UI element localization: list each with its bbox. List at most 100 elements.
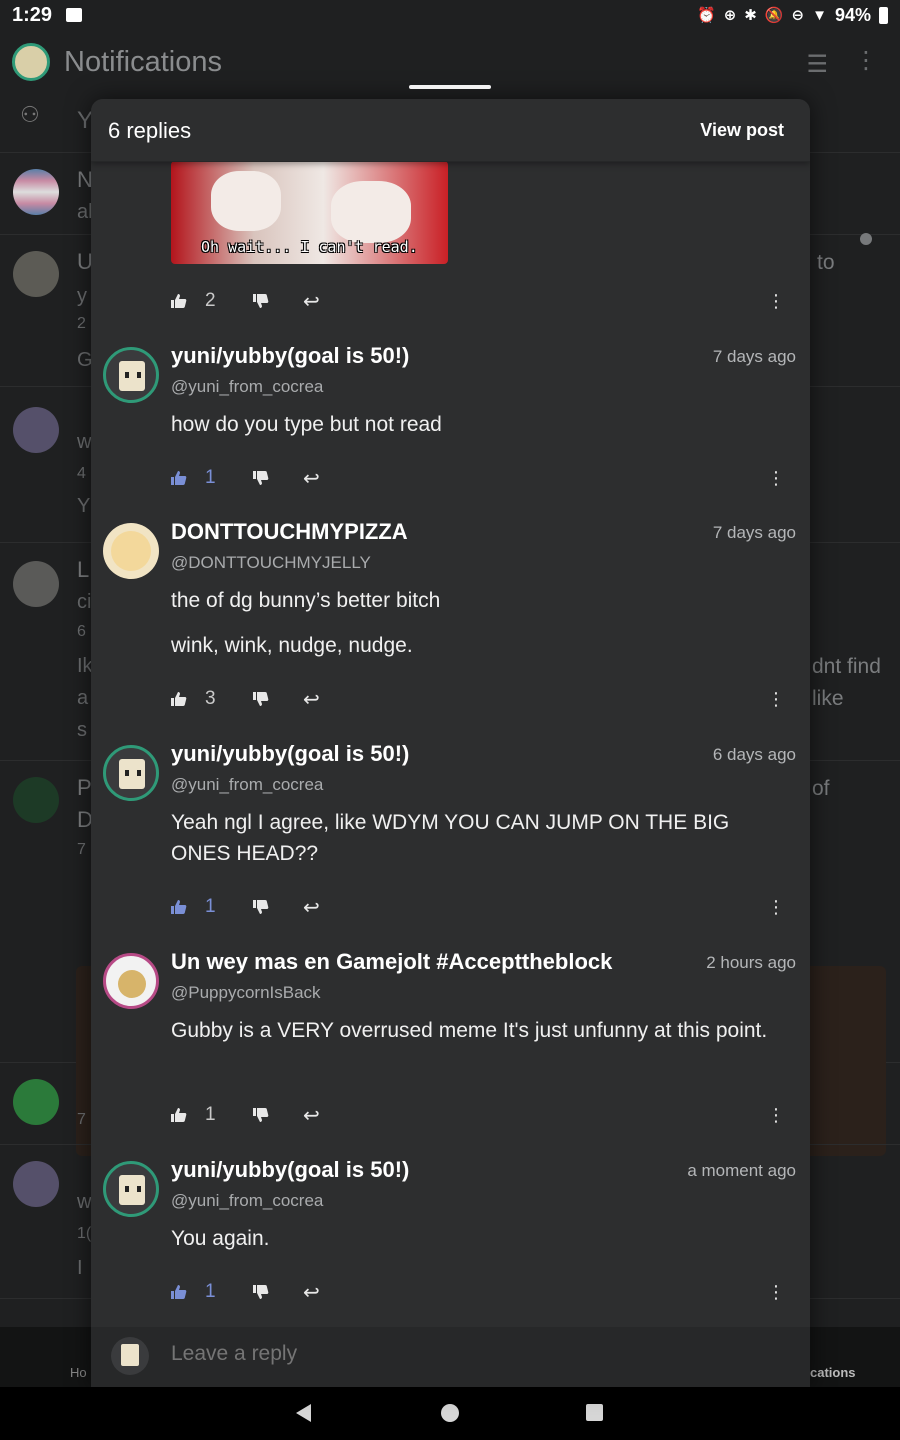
sheet-drag-handle[interactable] [409, 85, 491, 89]
more-vert-icon[interactable]: ⋮ [854, 46, 878, 75]
comment-action-bar: 1 ↩ ⋮ [171, 892, 801, 922]
avatar[interactable] [103, 953, 159, 1009]
reply-icon[interactable]: ↩ [303, 1103, 320, 1128]
avatar [13, 561, 59, 607]
more-vert-icon[interactable]: ⋮ [767, 690, 785, 708]
comment-author[interactable]: yuni/yubby(goal is 50!) [171, 343, 409, 369]
comment-handle[interactable]: @PuppycornIsBack [171, 983, 321, 1003]
gif-image[interactable]: Oh wait... I can't read. [171, 161, 448, 264]
dislike-button[interactable] [253, 294, 269, 308]
dnd-icon: ⊖ [791, 7, 805, 24]
comment-author[interactable]: yuni/yubby(goal is 50!) [171, 741, 409, 767]
system-nav-bar [0, 1387, 900, 1440]
comment-body: the of dg bunny’s better bitch [171, 589, 441, 612]
nav-notifications-label[interactable]: cations [810, 1365, 856, 1380]
view-post-button[interactable]: View post [700, 120, 784, 141]
comment-handle[interactable]: @yuni_from_cocrea [171, 775, 323, 795]
thumbs-up-icon [171, 1285, 187, 1299]
like-count: 1 [205, 896, 216, 917]
dislike-button[interactable] [253, 1285, 269, 1299]
avatar [13, 251, 59, 297]
comment: DONTTOUCHMYPIZZA @DONTTOUCHMYJELLY 7 day… [91, 519, 810, 699]
comment-time: 2 hours ago [706, 953, 796, 972]
thumbs-down-icon [253, 471, 269, 485]
more-vert-icon[interactable]: ⋮ [767, 1106, 785, 1124]
image-notification-icon [66, 8, 83, 22]
more-vert-icon[interactable]: ⋮ [767, 292, 785, 310]
replies-count-title: 6 replies [108, 118, 192, 143]
thumbs-up-icon [171, 1108, 187, 1122]
reply-icon[interactable]: ↩ [303, 687, 320, 712]
reply-icon[interactable]: ↩ [303, 289, 320, 314]
screen: { "status_bar": { "time": "1:29", "batte… [0, 0, 900, 1440]
reply-icon[interactable]: ↩ [303, 1280, 320, 1305]
comment-author[interactable]: yuni/yubby(goal is 50!) [171, 1157, 409, 1183]
battery-percent: 94% [834, 4, 871, 25]
reply-icon[interactable]: ↩ [303, 895, 320, 920]
avatar [111, 1337, 149, 1375]
comment-body: how do you type but not read [171, 413, 442, 436]
comment-handle[interactable]: @yuni_from_cocrea [171, 377, 323, 397]
comment-body: Gubby is a VERY overrused meme It's just… [171, 1019, 768, 1042]
nav-home-label[interactable]: Ho [70, 1365, 87, 1380]
avatar [13, 169, 59, 215]
comment-author[interactable]: DONTTOUCHMYPIZZA [171, 519, 408, 545]
gif-hand-right [331, 181, 411, 243]
alarm-icon: ⏰ [697, 7, 716, 24]
comment-time: a moment ago [687, 1161, 796, 1180]
thumbs-down-icon [253, 900, 269, 914]
like-button[interactable] [171, 692, 187, 706]
user-avatar[interactable] [12, 43, 50, 81]
battery-icon [879, 6, 888, 24]
reply-icon[interactable]: ↩ [303, 466, 320, 491]
avatar [13, 777, 59, 823]
like-button[interactable] [171, 471, 187, 485]
like-count: 3 [205, 688, 216, 709]
like-button[interactable] [171, 1108, 187, 1122]
avatar[interactable] [103, 1161, 159, 1217]
comment-action-bar: 1 ↩ ⋮ [171, 463, 801, 493]
more-vert-icon[interactable]: ⋮ [767, 898, 785, 916]
status-bar: 1:29 ⏰ ⊕ ✱ 🔕 ⊖ ▼ 94% [0, 0, 900, 30]
filter-icon[interactable]: ☰ [806, 50, 828, 79]
like-count: 1 [205, 1104, 216, 1125]
reply-input[interactable] [171, 1342, 771, 1366]
thumbs-down-icon [253, 294, 269, 308]
comment-action-bar: 1 ↩ ⋮ [171, 1100, 801, 1130]
dislike-button[interactable] [253, 1108, 269, 1122]
comment-handle[interactable]: @DONTTOUCHMYJELLY [171, 553, 371, 573]
thumbs-down-icon [253, 1285, 269, 1299]
status-time: 1:29 [12, 3, 53, 26]
thumbs-up-icon [171, 471, 187, 485]
more-vert-icon[interactable]: ⋮ [767, 1283, 785, 1301]
home-icon[interactable] [441, 1404, 459, 1422]
bluetooth-icon: ✱ [744, 7, 757, 24]
group-icon: ⚇ [20, 102, 40, 127]
dislike-button[interactable] [253, 900, 269, 914]
sync-icon: ⊕ [723, 7, 737, 24]
gif-action-bar: 2 ↩ ⋮ [171, 286, 801, 316]
status-icons: ⏰ ⊕ ✱ 🔕 ⊖ ▼ 94% [697, 5, 888, 26]
dislike-button[interactable] [253, 471, 269, 485]
like-button[interactable] [171, 1285, 187, 1299]
avatar [13, 407, 59, 453]
like-button[interactable] [171, 294, 187, 308]
reply-thread: Oh wait... I can't read. 2 ↩ ⋮ yuni/yubb… [91, 99, 810, 1329]
reply-composer [91, 1327, 810, 1387]
comment-body: Yeah ngl I agree, like WDYM YOU CAN JUMP… [171, 811, 730, 865]
more-vert-icon[interactable]: ⋮ [767, 469, 785, 487]
comment-handle[interactable]: @yuni_from_cocrea [171, 1191, 323, 1211]
recents-icon[interactable] [586, 1404, 603, 1421]
comment-body: wink, wink, nudge, nudge. [171, 634, 413, 657]
like-count: 1 [205, 1281, 216, 1302]
like-button[interactable] [171, 900, 187, 914]
avatar[interactable] [103, 347, 159, 403]
comment-action-bar: 1 ↩ ⋮ [171, 1277, 801, 1307]
gif-hand-left [211, 171, 281, 231]
avatar[interactable] [103, 745, 159, 801]
comment-author[interactable]: Un wey mas en Gamejolt #Accepttheblock [171, 949, 612, 975]
dislike-button[interactable] [253, 692, 269, 706]
avatar [13, 1161, 59, 1207]
back-icon[interactable] [296, 1404, 311, 1422]
avatar[interactable] [103, 523, 159, 579]
